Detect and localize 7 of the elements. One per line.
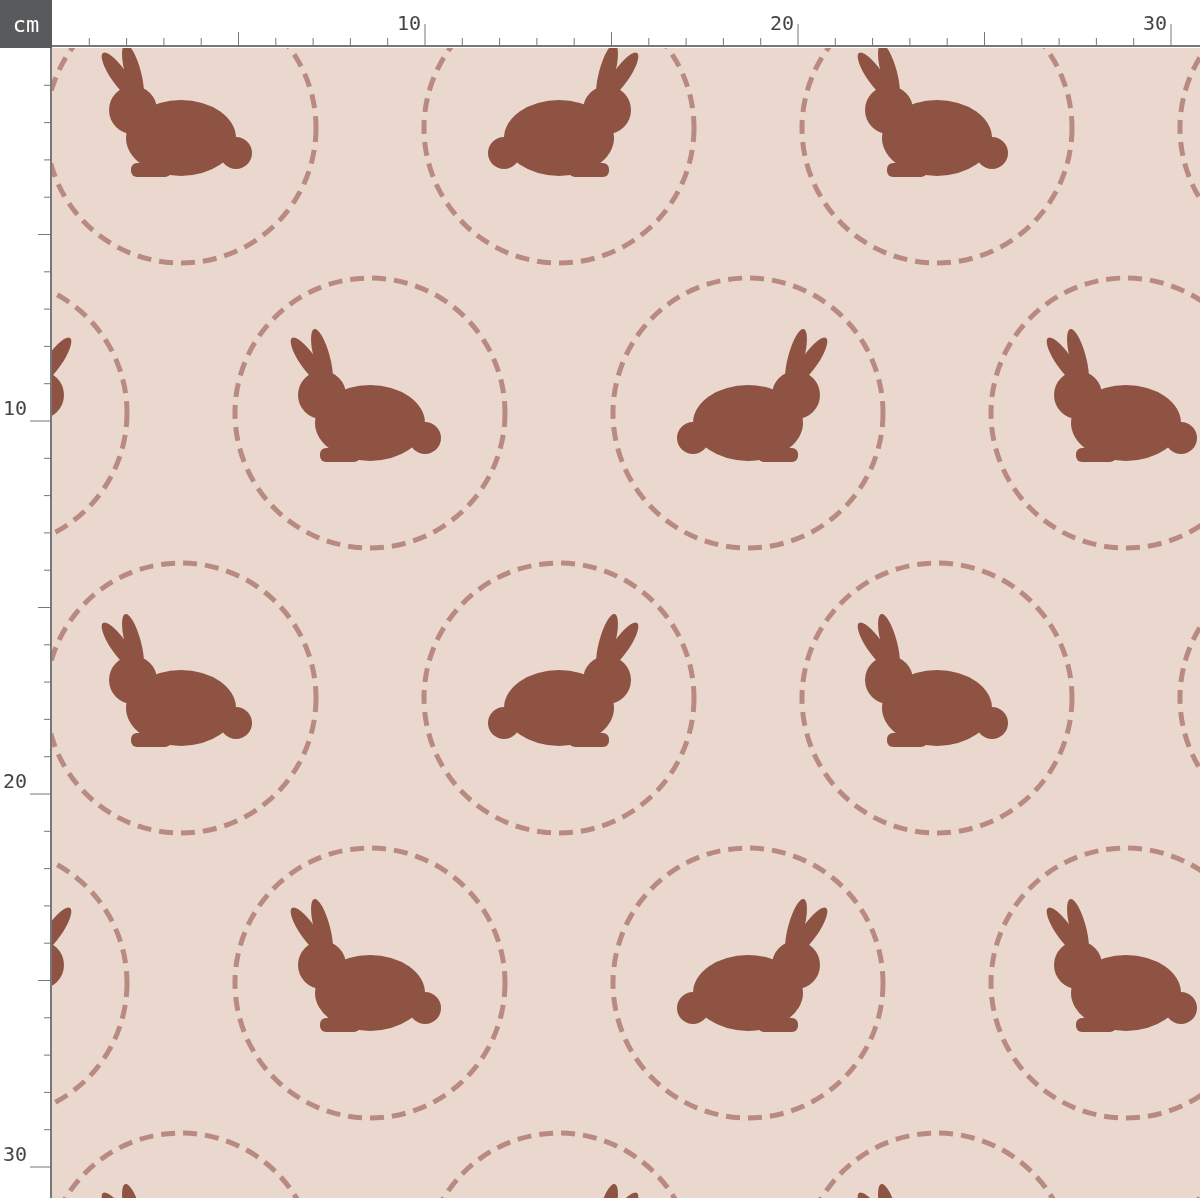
unit-label: cm	[0, 0, 52, 48]
ruler-label: 10	[396, 11, 421, 35]
ruler-label: 10	[3, 396, 28, 420]
ruler-label: 20	[3, 769, 28, 793]
ruler-label: 20	[769, 11, 794, 35]
ruler-label: 30	[1142, 11, 1167, 35]
ruler-label: 30	[3, 1142, 28, 1166]
